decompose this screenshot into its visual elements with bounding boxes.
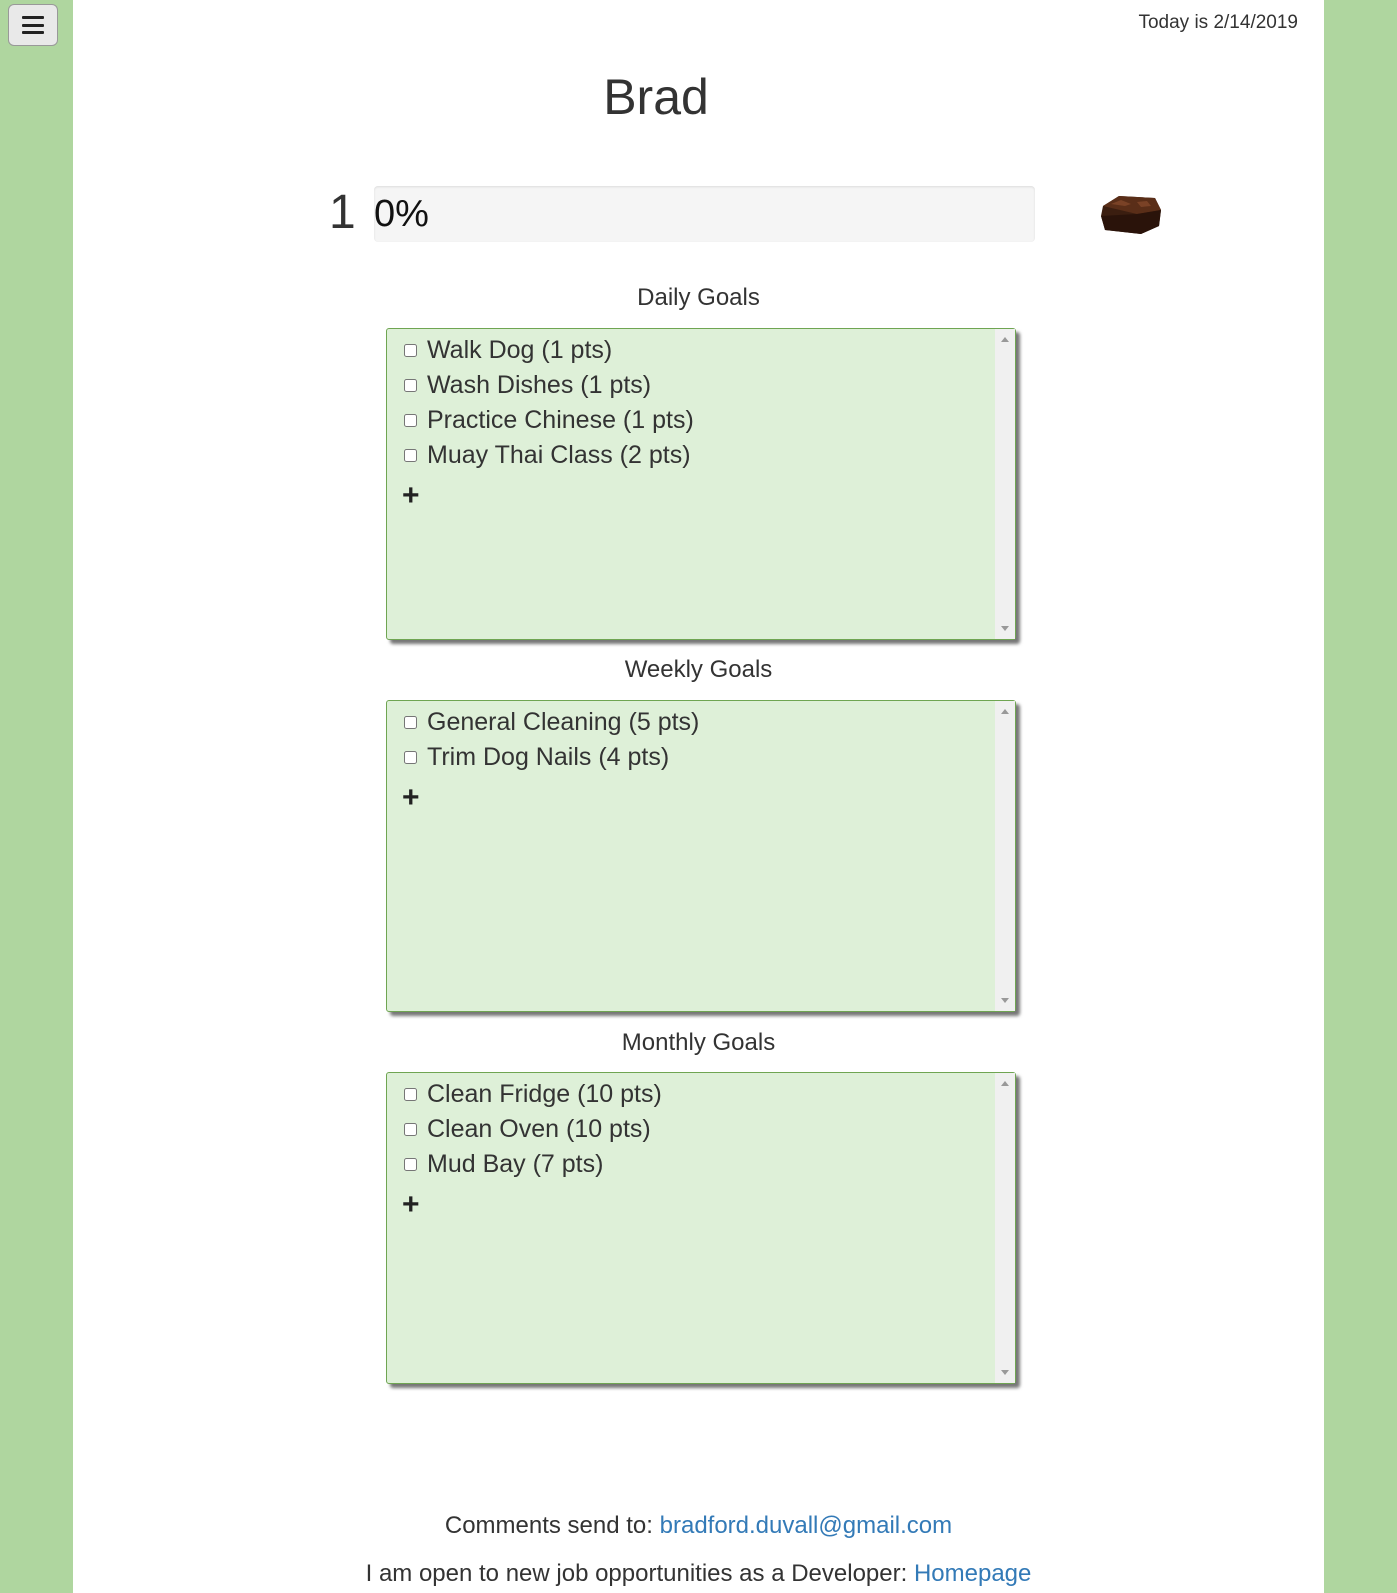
goal-checkbox[interactable] (404, 1158, 417, 1171)
scroll-down-icon[interactable] (1001, 626, 1009, 631)
monthly-goals-list: Clean Fridge (10 pts) Clean Oven (10 pts… (404, 1077, 662, 1182)
brownie-icon (1101, 196, 1161, 234)
goal-checkbox[interactable] (404, 379, 417, 392)
goal-item-label: Mud Bay (7 pts) (427, 1150, 604, 1178)
daily-goals-box: Walk Dog (1 pts) Wash Dishes (1 pts) Pra… (386, 328, 1016, 640)
daily-scrollbar[interactable] (995, 329, 1015, 639)
menu-button[interactable] (8, 4, 58, 46)
comments-prefix: Comments send to: (444, 1512, 660, 1539)
add-daily-goal-icon[interactable]: + (402, 481, 420, 511)
goal-item-label: Trim Dog Nails (4 pts) (427, 743, 670, 771)
monthly-goals-box: Clean Fridge (10 pts) Clean Oven (10 pts… (386, 1072, 1016, 1384)
progress-bar: 0% (374, 186, 1035, 242)
goal-checkbox[interactable] (404, 414, 417, 427)
jobs-line: I am open to new job opportunities as a … (73, 1560, 1324, 1588)
weekly-scrollbar[interactable] (995, 701, 1015, 1011)
progress-percent: 0% (374, 193, 429, 235)
daily-goals-title: Daily Goals (637, 284, 760, 311)
monthly-goals-title: Monthly Goals (621, 1029, 776, 1056)
homepage-link[interactable]: Homepage (914, 1560, 1031, 1587)
goal-item-wash-dishes[interactable]: Wash Dishes (1 pts) (404, 368, 694, 403)
goal-item-general-cleaning[interactable]: General Cleaning (5 pts) (404, 705, 699, 740)
weekly-goals-title: Weekly Goals (624, 656, 773, 683)
goal-item-label: Walk Dog (1 pts) (427, 336, 613, 364)
scroll-up-icon[interactable] (1001, 709, 1009, 714)
goal-item-label: Wash Dishes (1 pts) (427, 371, 652, 399)
goal-item-clean-oven[interactable]: Clean Oven (10 pts) (404, 1112, 662, 1147)
scroll-down-icon[interactable] (1001, 998, 1009, 1003)
goal-checkbox[interactable] (404, 716, 417, 729)
goal-item-walk-dog[interactable]: Walk Dog (1 pts) (404, 333, 694, 368)
main-panel: Today is 2/14/2019 Brad 1 0% Daily Goals… (73, 0, 1324, 1593)
add-monthly-goal-icon[interactable]: + (402, 1190, 420, 1220)
level-number: 1 (329, 186, 356, 239)
weekly-goals-list: General Cleaning (5 pts) Trim Dog Nails … (404, 705, 699, 775)
goal-item-label: General Cleaning (5 pts) (427, 708, 700, 736)
goal-checkbox[interactable] (404, 751, 417, 764)
jobs-prefix: I am open to new job opportunities as a … (365, 1560, 914, 1587)
goal-item-label: Clean Oven (10 pts) (427, 1115, 651, 1143)
hamburger-menu-icon (22, 16, 44, 34)
date-text: Today is 2/14/2019 (1138, 12, 1298, 33)
monthly-scrollbar[interactable] (995, 1073, 1015, 1383)
goal-checkbox[interactable] (404, 344, 417, 357)
goal-item-label: Clean Fridge (10 pts) (427, 1080, 662, 1108)
goal-checkbox[interactable] (404, 449, 417, 462)
email-link[interactable]: bradford.duvall@gmail.com (660, 1512, 953, 1539)
goal-item-label: Muay Thai Class (2 pts) (427, 441, 691, 469)
goal-checkbox[interactable] (404, 1088, 417, 1101)
goal-item-practice-chinese[interactable]: Practice Chinese (1 pts) (404, 403, 694, 438)
comments-line: Comments send to: bradford.duvall@gmail.… (73, 1512, 1324, 1540)
user-name: Brad (603, 69, 709, 125)
scroll-up-icon[interactable] (1001, 337, 1009, 342)
goal-item-muay-thai[interactable]: Muay Thai Class (2 pts) (404, 438, 694, 473)
scroll-down-icon[interactable] (1001, 1370, 1009, 1375)
goal-item-label: Practice Chinese (1 pts) (427, 406, 694, 434)
weekly-goals-box: General Cleaning (5 pts) Trim Dog Nails … (386, 700, 1016, 1012)
add-weekly-goal-icon[interactable]: + (402, 783, 420, 813)
daily-goals-list: Walk Dog (1 pts) Wash Dishes (1 pts) Pra… (404, 333, 694, 473)
goal-item-clean-fridge[interactable]: Clean Fridge (10 pts) (404, 1077, 662, 1112)
goal-item-mud-bay[interactable]: Mud Bay (7 pts) (404, 1147, 662, 1182)
scroll-up-icon[interactable] (1001, 1081, 1009, 1086)
goal-item-trim-dog-nails[interactable]: Trim Dog Nails (4 pts) (404, 740, 699, 775)
goal-checkbox[interactable] (404, 1123, 417, 1136)
